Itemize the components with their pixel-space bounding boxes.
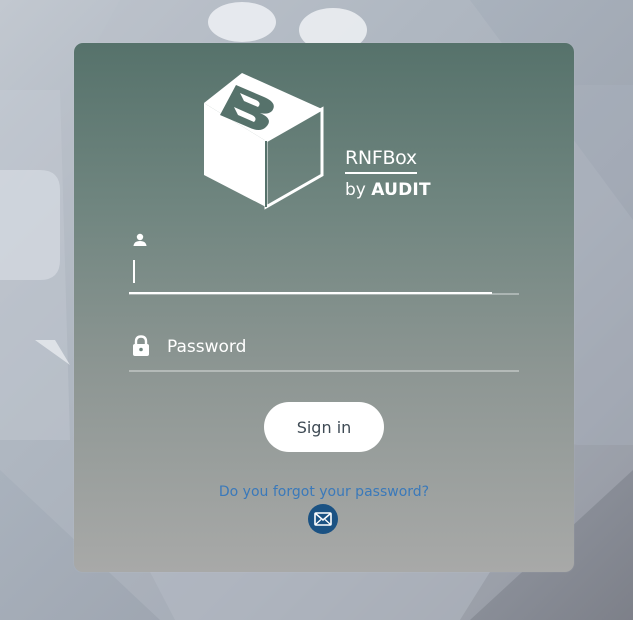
brand-by-line: by AUDIT: [345, 180, 431, 200]
brand-by-prefix: by: [345, 180, 366, 200]
cube-b-logo-icon: [204, 73, 324, 210]
login-card: RNFBox by AUDIT Password Sign in Do you …: [74, 43, 574, 572]
username-input[interactable]: [129, 253, 519, 295]
mail-icon[interactable]: [308, 504, 338, 534]
user-icon: [133, 233, 147, 246]
password-placeholder: Password: [167, 337, 247, 357]
forgot-password-link[interactable]: Do you forgot your password?: [74, 484, 574, 500]
text-caret: [133, 260, 135, 283]
brand-company: AUDIT: [371, 180, 431, 200]
sign-in-button[interactable]: Sign in: [264, 402, 384, 452]
brand-name: RNFBox: [345, 147, 417, 174]
username-focus-underline: [129, 292, 492, 294]
envelope-glyph: [314, 512, 332, 526]
